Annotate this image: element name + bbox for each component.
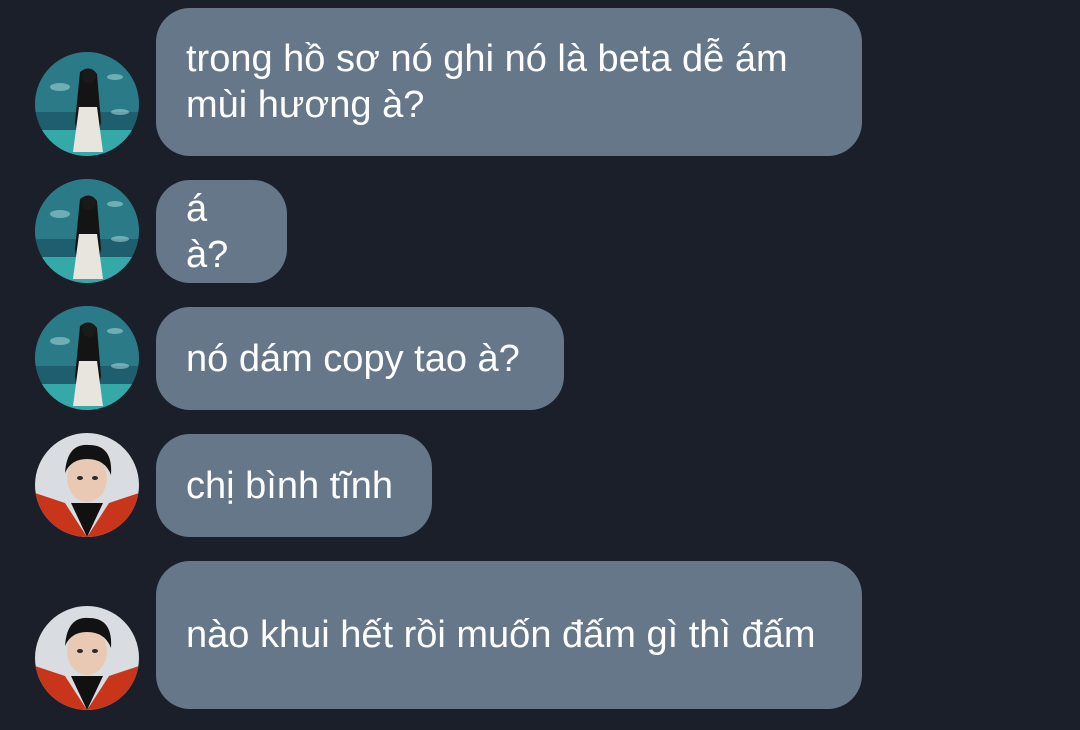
message-bubble[interactable]: nó dám copy tao à?: [156, 307, 564, 410]
user-avatar-red-jacket[interactable]: [35, 606, 139, 710]
message-text: chị bình tĩnh: [186, 464, 394, 507]
message-text: nó dám copy tao à?: [186, 337, 520, 380]
message-bubble[interactable]: á à?: [156, 180, 287, 283]
user-avatar-aquarium[interactable]: [35, 179, 139, 283]
message-text: á à?: [186, 187, 229, 276]
message-text: nào khui hết rồi muốn đấm gì thì đấm: [186, 614, 816, 656]
user-avatar-aquarium[interactable]: [35, 52, 139, 156]
message-bubble[interactable]: trong hồ sơ nó ghi nó là beta dễ ám mùi …: [156, 8, 862, 156]
user-avatar-red-jacket[interactable]: [35, 433, 139, 537]
message-text: trong hồ sơ nó ghi nó là beta dễ ám mùi …: [186, 38, 788, 126]
user-avatar-aquarium[interactable]: [35, 306, 139, 410]
chat-thread[interactable]: trong hồ sơ nó ghi nó là beta dễ ám mùi …: [0, 0, 1080, 730]
message-bubble[interactable]: nào khui hết rồi muốn đấm gì thì đấm: [156, 561, 862, 709]
message-bubble[interactable]: chị bình tĩnh: [156, 434, 432, 537]
